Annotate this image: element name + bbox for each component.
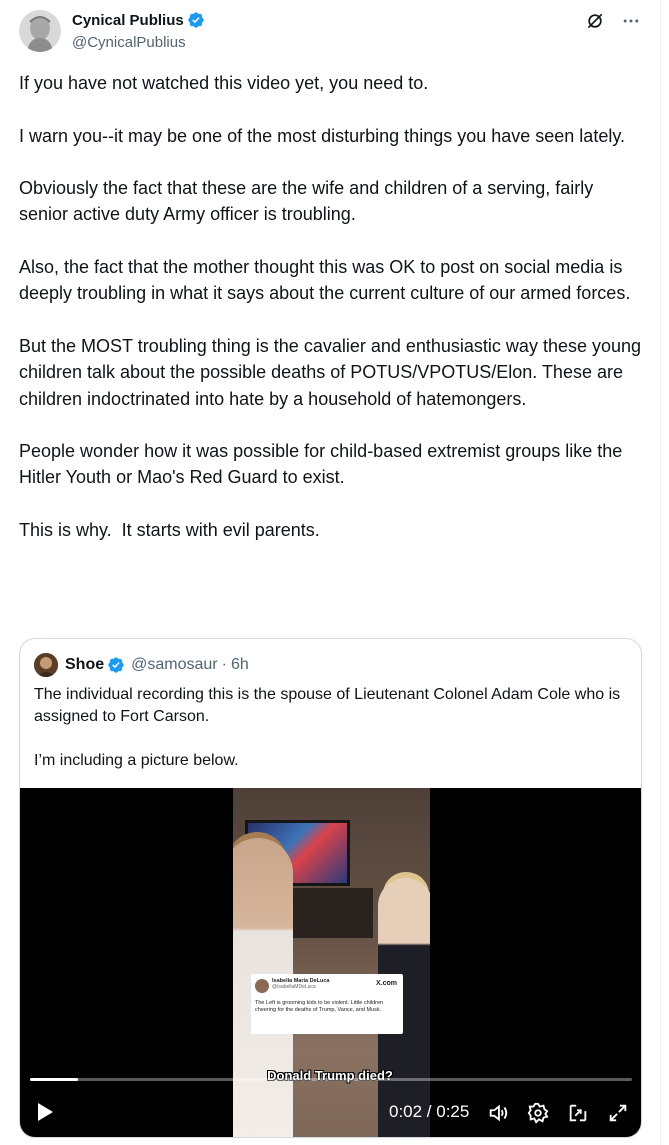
post-paragraph: Obviously the fact that these are the wi… <box>19 178 599 225</box>
post-paragraph: This is why. It starts with evil parents… <box>19 520 320 541</box>
post-paragraph: But the MOST troubling thing is the cava… <box>19 335 647 409</box>
video-frame <box>233 788 430 1137</box>
author-avatar[interactable] <box>19 10 61 52</box>
separator-dot: · <box>221 656 227 673</box>
quoted-post-header: Shoe @samosaur · 6h <box>34 653 249 677</box>
quoted-author-name[interactable]: Shoe <box>65 656 104 674</box>
verified-badge-icon <box>187 11 205 29</box>
quoted-paragraph: I’m including a picture below. <box>34 752 239 769</box>
author-name-row[interactable]: Cynical Publius <box>72 11 205 29</box>
post-paragraph: If you have not watched this video yet, … <box>19 73 429 93</box>
pip-icon[interactable] <box>566 1101 590 1125</box>
post-paragraph: Also, the fact that the mother thought t… <box>19 257 631 304</box>
volume-icon[interactable] <box>486 1101 510 1125</box>
video-controls: 0:02 / 0:25 <box>20 1095 641 1129</box>
video-progress-bar[interactable] <box>30 1078 632 1081</box>
play-icon[interactable] <box>34 1101 56 1123</box>
post-paragraph: People wonder how it was possible for ch… <box>19 441 628 488</box>
video-embedded-post-card: Isabella Maria DeLuca @IsabellaMDeLuca X… <box>251 974 403 1034</box>
embedded-brand: X.com <box>375 980 397 987</box>
post: Cynical Publius @CynicalPublius If you h… <box>0 0 661 1145</box>
fullscreen-icon[interactable] <box>606 1101 630 1125</box>
embedded-avatar <box>255 979 269 993</box>
video-player[interactable]: Isabella Maria DeLuca @IsabellaMDeLuca X… <box>20 788 641 1137</box>
quoted-paragraph: The individual recording this is the spo… <box>34 686 621 725</box>
author-display-name[interactable]: Cynical Publius <box>72 12 184 29</box>
video-progress-fill <box>30 1078 79 1081</box>
quoted-post[interactable]: Shoe @samosaur · 6h The individual recor… <box>19 638 642 1138</box>
settings-icon[interactable] <box>526 1101 550 1125</box>
quoted-post-text: The individual recording this is the spo… <box>34 684 624 794</box>
author-handle[interactable]: @CynicalPublius <box>72 34 186 51</box>
grok-icon[interactable] <box>584 10 606 32</box>
quoted-author-avatar[interactable] <box>34 653 58 677</box>
quoted-post-time[interactable]: 6h <box>231 656 249 674</box>
post-paragraph: I warn you--it may be one of the most di… <box>19 125 625 146</box>
video-time: 0:02 / 0:25 <box>389 1102 470 1121</box>
quoted-author-handle[interactable]: @samosaur <box>131 656 218 674</box>
embedded-handle: @IsabellaMDeLuca <box>272 984 316 990</box>
embedded-text: The Left is grooming kids to be violent.… <box>255 1000 384 1013</box>
verified-badge-icon <box>107 656 125 674</box>
more-icon[interactable] <box>620 10 642 32</box>
post-top-actions <box>584 10 642 32</box>
post-text: If you have not watched this video yet, … <box>19 70 644 570</box>
